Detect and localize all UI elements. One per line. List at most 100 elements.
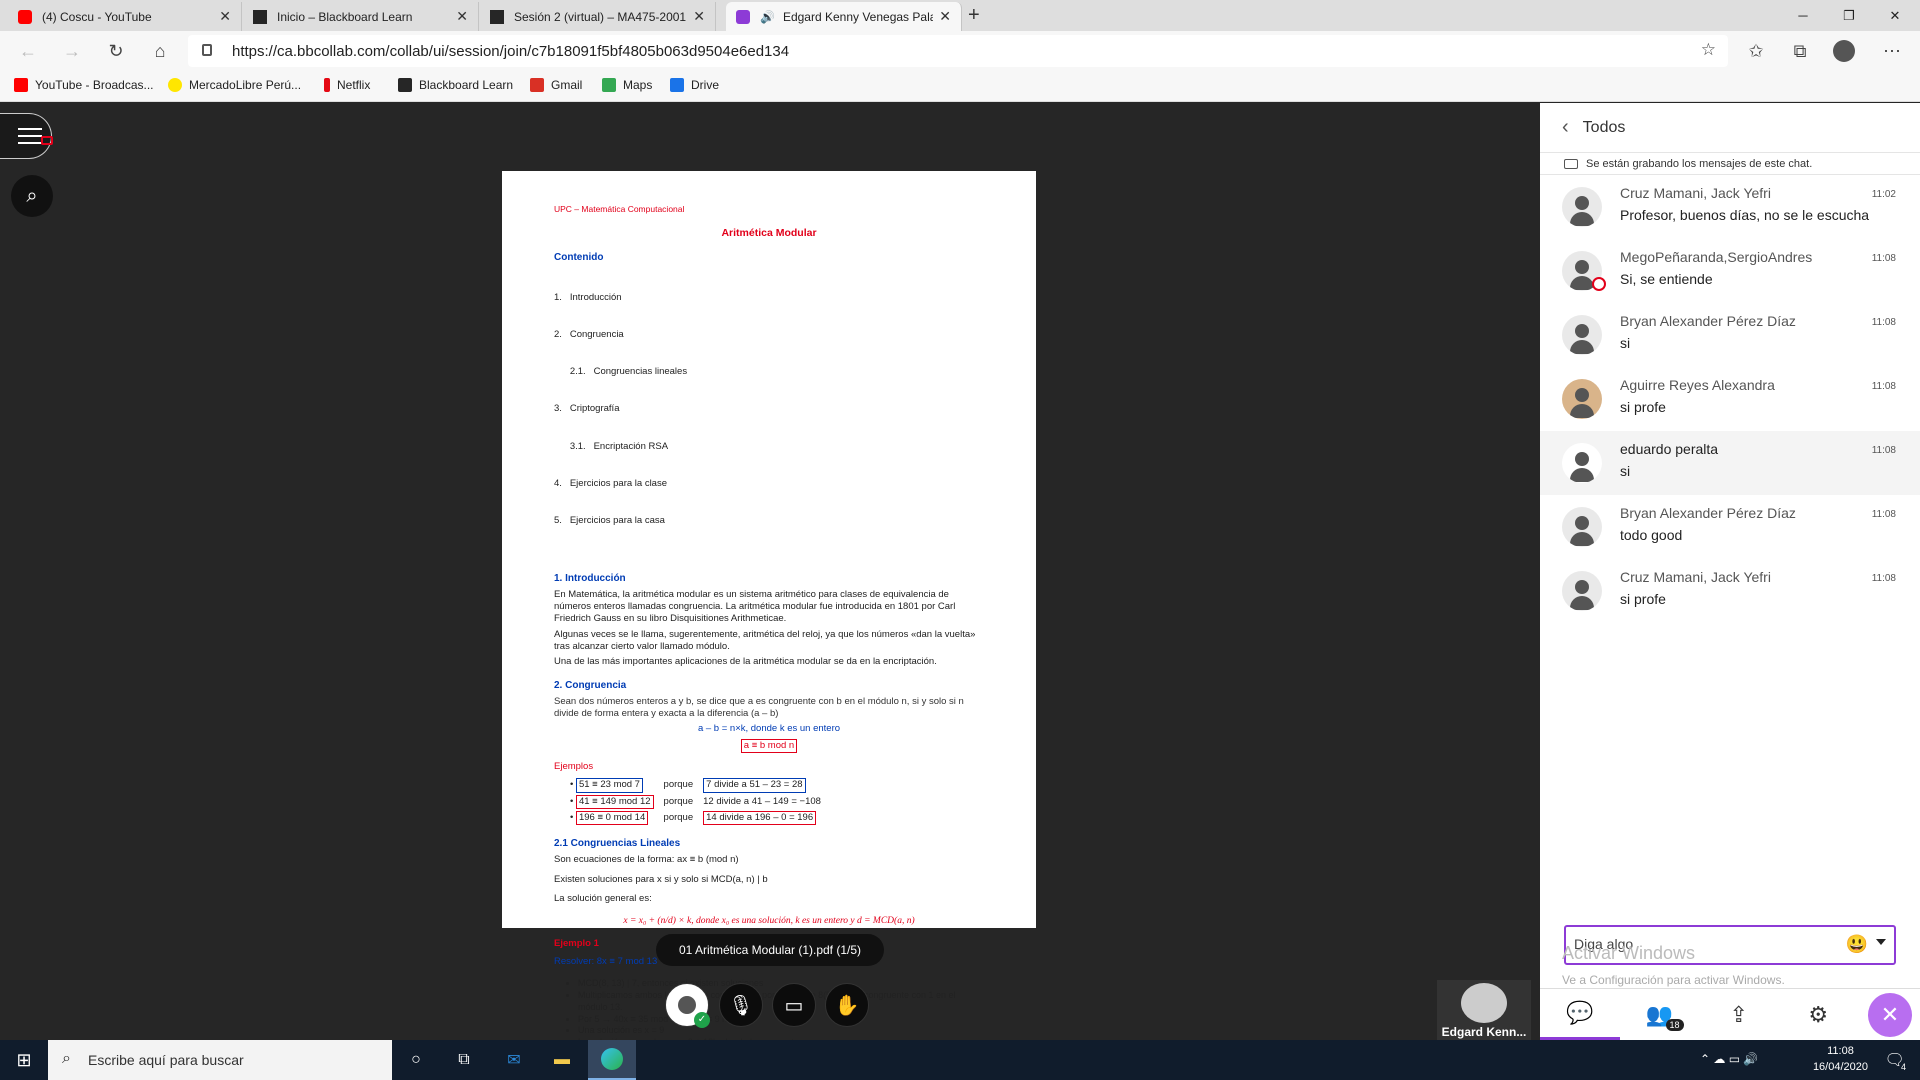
profile-avatar[interactable]	[1826, 31, 1862, 71]
hand-icon: ✋	[834, 994, 860, 1017]
example-row: • 41 ≡ 149 mod 12 porque 12 divide a 41 – …	[570, 794, 829, 810]
chevron-down-icon[interactable]	[1876, 939, 1886, 945]
chat-message: Cruz Mamani, Jack Yefri si profe 11:08	[1540, 559, 1920, 623]
collaborate-icon	[736, 9, 750, 24]
bookmark-blackboard[interactable]: Blackboard Learn	[398, 78, 513, 92]
refresh-button[interactable]: ↻	[98, 31, 134, 71]
youtube-icon	[18, 9, 32, 24]
clock[interactable]: 11:08 16/04/2020	[1813, 1043, 1868, 1075]
emoji-icon[interactable]: 😃	[1846, 934, 1868, 955]
panel-tabs: 💬 👥 18 ⇪ ⚙ ✕	[1540, 988, 1920, 1040]
url-field[interactable]: https://ca.bbcollab.com/collab/ui/sessio…	[188, 35, 1728, 67]
doc-header: UPC – Matemática Computacional	[554, 204, 685, 214]
recording-icon	[41, 136, 53, 145]
mail-icon[interactable]: ✉	[490, 1040, 538, 1080]
example-row: • 196 ≡ 0 mod 14 porque 14 divide a 196 – …	[570, 811, 829, 826]
mic-off-icon: 🎙	[728, 994, 754, 1017]
camera-off-icon: ▭	[784, 994, 804, 1017]
close-icon[interactable]: ✕	[939, 8, 951, 25]
speaker-icon[interactable]: 🔊	[760, 10, 775, 24]
new-tab-button[interactable]: +	[968, 4, 980, 27]
share-icon: ⇪	[1729, 1001, 1748, 1027]
chat-title: Todos	[1582, 118, 1626, 136]
blocked-icon	[1592, 277, 1606, 291]
avatar	[1562, 443, 1602, 483]
drive-icon	[670, 78, 684, 92]
task-view-icon[interactable]: ⧉	[440, 1040, 488, 1080]
search-content-button[interactable]: ⌕	[11, 175, 53, 217]
more-menu-icon[interactable]: ⋯	[1874, 31, 1910, 71]
close-icon[interactable]: ✕	[456, 8, 468, 25]
favorites-icon[interactable]: ✩	[1738, 31, 1774, 71]
tab-collaborate[interactable]: 🔊 Edgard Kenny Venegas Pala ✕	[726, 2, 962, 31]
browser-tab-bar: (4) Coscu - YouTube ✕ Inicio – Blackboar…	[0, 0, 1920, 31]
blackboard-icon	[490, 9, 504, 24]
edge-icon[interactable]	[588, 1040, 636, 1080]
gear-icon: ⚙	[1808, 1001, 1829, 1027]
paragraph: En Matemática, la aritmética modular es …	[554, 588, 956, 625]
recording-icon	[1564, 158, 1578, 169]
contents-item: 4. Ejercicios para la clase	[554, 477, 667, 489]
section-title: 2.1 Congruencias Lineales	[554, 838, 681, 850]
contents-item: 2. Congruencia	[554, 329, 624, 341]
search-icon: ⌕	[26, 184, 38, 207]
restore-button[interactable]: ❐	[1826, 0, 1872, 31]
favorite-star-icon[interactable]: ☆	[1701, 40, 1716, 60]
equation: a – b = n×k, donde k es un entero	[697, 723, 841, 735]
camera-button[interactable]: ▭	[772, 983, 816, 1027]
back-icon[interactable]: ‹	[1562, 116, 1569, 139]
section-title: 2. Congruencia	[554, 679, 627, 691]
tab-share-content[interactable]: ⇪	[1699, 989, 1779, 1040]
tray-icons[interactable]: ⌃ ☁ ▭ 🔊	[1700, 1052, 1758, 1066]
start-button[interactable]: ⊞	[0, 1040, 48, 1080]
bookmark-youtube[interactable]: YouTube - Broadcas...	[14, 78, 154, 92]
collections-icon[interactable]: ⧉	[1782, 31, 1818, 71]
chat-panel: ‹ Todos Se están grabando los mensajes d…	[1540, 103, 1920, 1040]
my-status-button[interactable]: ✓	[665, 983, 710, 1028]
tab-settings[interactable]: ⚙	[1779, 989, 1859, 1040]
cortana-icon[interactable]: ○	[392, 1040, 440, 1080]
bookmark-gmail[interactable]: Gmail	[530, 78, 582, 92]
mercadolibre-icon	[168, 78, 182, 92]
list-item: Una solución es x = 9	[578, 1025, 984, 1037]
tab-chat[interactable]: 💬	[1540, 989, 1620, 1040]
netflix-icon	[324, 78, 330, 92]
file-explorer-icon[interactable]: ▬	[538, 1040, 586, 1080]
minimize-button[interactable]: ─	[1780, 0, 1826, 31]
bookmark-maps[interactable]: Maps	[602, 78, 652, 92]
tab-session[interactable]: Sesión 2 (virtual) – MA475-2001 ✕	[480, 2, 716, 31]
tab-participants[interactable]: 👥 18	[1620, 989, 1700, 1040]
session-menu-button[interactable]	[0, 113, 53, 159]
back-button[interactable]: ←	[10, 31, 46, 71]
home-button[interactable]: ⌂	[142, 31, 178, 71]
raise-hand-button[interactable]: ✋	[825, 983, 869, 1027]
close-panel-button[interactable]: ✕	[1868, 993, 1912, 1037]
notifications-icon[interactable]: 🗨4	[1885, 1050, 1910, 1072]
contents-item: 3. Criptografía	[554, 403, 620, 415]
tab-blackboard-home[interactable]: Inicio – Blackboard Learn ✕	[243, 2, 479, 31]
contents-item: 2.1. Congruencias lineales	[554, 366, 688, 378]
bookmarks-bar: YouTube - Broadcas... MercadoLibre Perú.…	[0, 71, 1920, 102]
bookmark-netflix[interactable]: Netflix	[324, 78, 370, 92]
doc-title: Aritmética Modular	[721, 227, 817, 240]
close-window-button[interactable]: ✕	[1872, 0, 1918, 31]
hamburger-icon	[18, 128, 42, 130]
bookmark-mercadolibre[interactable]: MercadoLibre Perú...	[168, 78, 301, 92]
close-icon[interactable]: ✕	[219, 8, 231, 25]
close-icon[interactable]: ✕	[693, 8, 705, 25]
avatar-icon	[678, 996, 696, 1014]
paragraph: Sean dos números enteros a y b, se dice …	[554, 695, 964, 719]
equation-boxed: a ≡ b mod n	[740, 738, 798, 754]
tab-youtube[interactable]: (4) Coscu - YouTube ✕	[8, 2, 242, 31]
self-video-tile: Edgard Kenn...	[1437, 980, 1531, 1043]
forward-button[interactable]: →	[54, 31, 90, 71]
bookmark-drive[interactable]: Drive	[670, 78, 719, 92]
windows-taskbar: ⊞ ⌕ Escribe aquí para buscar ○ ⧉ ✉ ▬ ⌃ ☁…	[0, 1040, 1920, 1080]
activate-windows-title: Activar Windows	[1562, 943, 1696, 963]
address-bar-row: ← → ↻ ⌂ https://ca.bbcollab.com/collab/u…	[0, 31, 1920, 71]
taskbar-search[interactable]: ⌕ Escribe aquí para buscar	[48, 1040, 392, 1080]
avatar	[1562, 571, 1602, 611]
examples-title: Ejemplos	[554, 761, 594, 773]
microphone-button[interactable]: 🎙	[719, 983, 763, 1027]
chat-message: eduardo peralta si 11:08	[1540, 431, 1920, 495]
